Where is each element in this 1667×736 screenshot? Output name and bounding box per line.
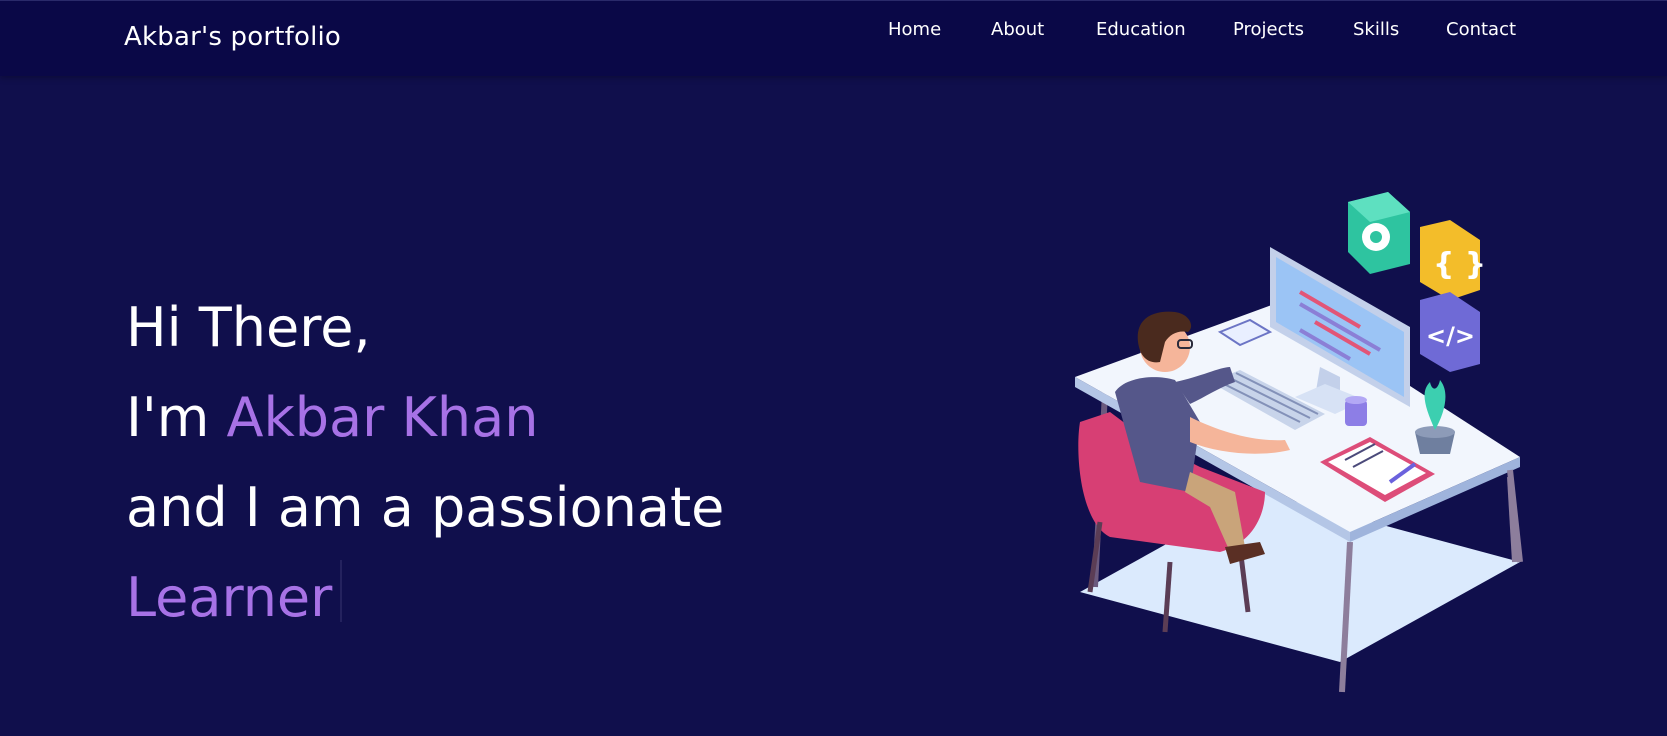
code-tag-icon: </> xyxy=(1420,292,1480,372)
svg-text:</>: </> xyxy=(1426,322,1475,350)
nav-link-projects[interactable]: Projects xyxy=(1233,19,1304,40)
hero-typed-role: Learner xyxy=(126,566,333,629)
nav-links: Home About Education Projects Skills Con… xyxy=(0,19,1667,43)
hero-greeting: Hi There, xyxy=(126,296,371,359)
nav-link-education[interactable]: Education xyxy=(1096,19,1186,40)
nav-link-about[interactable]: About xyxy=(991,19,1044,40)
curly-braces-icon: { } xyxy=(1420,220,1486,300)
navbar: Akbar's portfolio Home About Education P… xyxy=(0,0,1667,76)
typing-cursor xyxy=(340,560,343,622)
nav-link-contact[interactable]: Contact xyxy=(1446,19,1516,40)
svg-text:{ }: { } xyxy=(1433,247,1486,282)
hero-intro: I'm Akbar Khan xyxy=(126,373,724,463)
hero-tagline: and I am a passionate xyxy=(126,476,725,539)
hero-typed-line: Learner xyxy=(126,553,724,643)
developer-desk-illustration: { } </> xyxy=(1075,192,1523,693)
hero-intro-prefix: I'm xyxy=(126,386,227,449)
mug-rim xyxy=(1345,396,1367,404)
nav-link-home[interactable]: Home xyxy=(888,19,941,40)
nav-link-skills[interactable]: Skills xyxy=(1353,19,1399,40)
hero-section: Hi There, I'm Akbar Khan and I am a pass… xyxy=(126,283,724,643)
hero-name: Akbar Khan xyxy=(226,386,539,449)
gear-icon xyxy=(1348,192,1410,274)
